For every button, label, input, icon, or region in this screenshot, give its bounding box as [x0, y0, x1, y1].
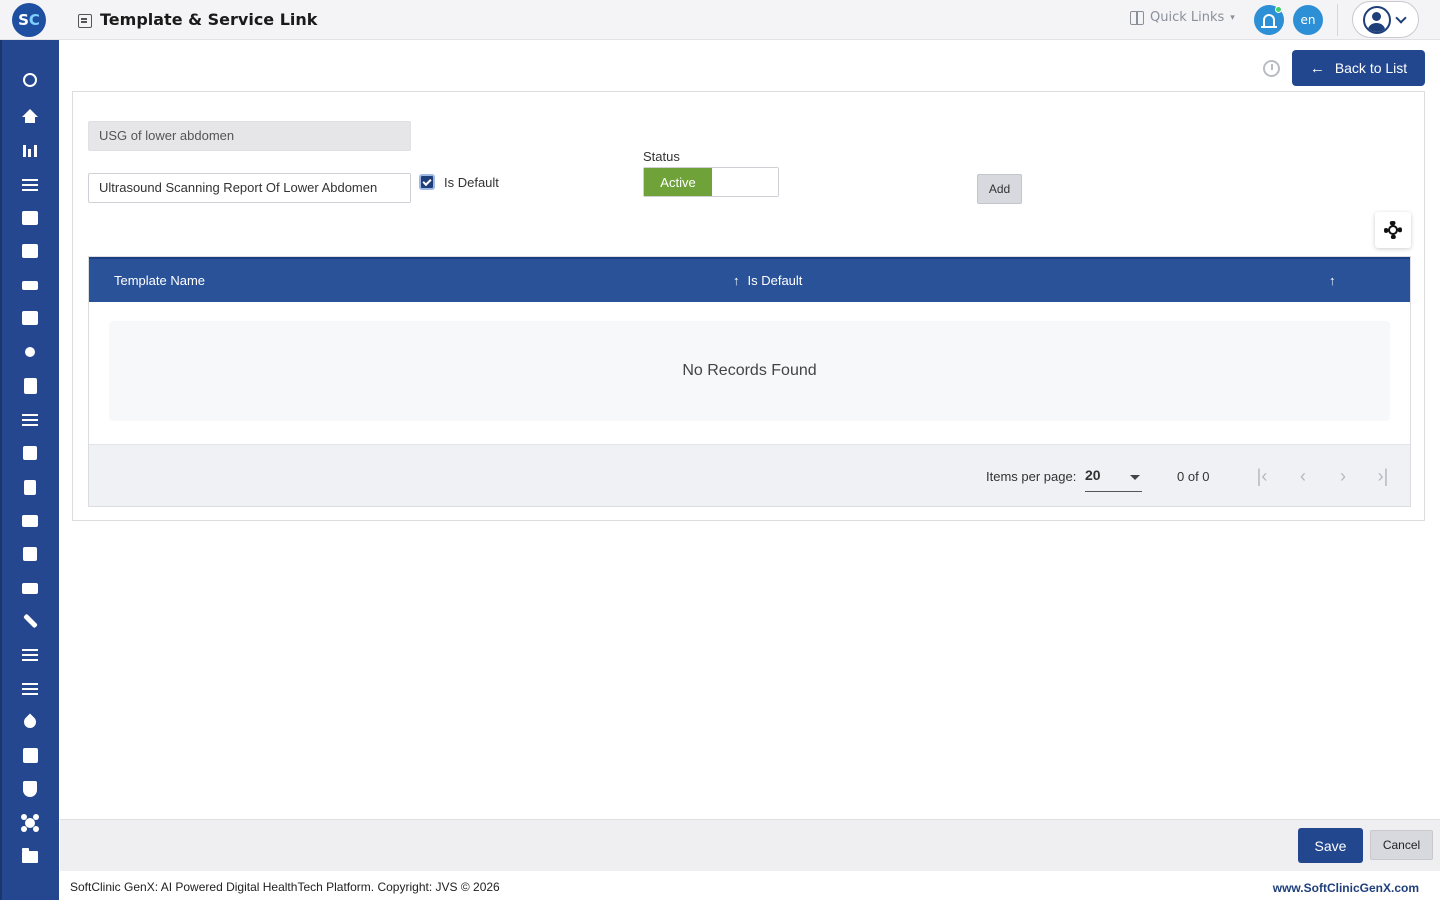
save-button[interactable]: Save	[1298, 828, 1363, 863]
book-icon[interactable]	[21, 513, 39, 529]
table-settings-button[interactable]	[1375, 212, 1411, 248]
quick-links-menu[interactable]: Quick Links ▾	[1130, 10, 1235, 25]
page-range: 0 of 0	[1177, 469, 1210, 484]
page-title: Template & Service Link	[100, 10, 318, 29]
blood-drop-icon[interactable]	[21, 713, 39, 731]
action-bar: Save Cancel	[60, 819, 1440, 871]
service-field: USG of lower abdomen	[88, 121, 411, 151]
library-add-icon[interactable]	[21, 747, 39, 763]
add-button[interactable]: Add	[977, 174, 1022, 204]
items-per-page-select[interactable]: 20	[1085, 462, 1142, 492]
bed-icon[interactable]	[21, 277, 39, 293]
cancel-button[interactable]: Cancel	[1370, 830, 1433, 860]
page-template-icon	[78, 14, 92, 28]
status-label: Status	[643, 149, 680, 164]
notification-button[interactable]	[1254, 5, 1284, 35]
menu-icon[interactable]	[21, 647, 39, 663]
sort-arrow-icon[interactable]: ↑	[1329, 273, 1336, 288]
template-field[interactable]: Ultrasound Scanning Report Of Lower Abdo…	[88, 173, 411, 203]
bar-chart-icon[interactable]	[21, 143, 39, 159]
is-default-label: Is Default	[444, 174, 499, 190]
logo-letter-c: C	[28, 11, 40, 29]
website-link[interactable]: www.SoftClinicGenX.com	[1273, 881, 1419, 895]
previous-page-icon[interactable]: ‹	[1292, 465, 1314, 487]
menu-icon[interactable]	[21, 177, 39, 193]
caret-down-icon: ▾	[1230, 12, 1235, 23]
arrow-left-icon: ←	[1309, 59, 1325, 77]
shield-icon[interactable]	[21, 781, 39, 797]
column-template-name[interactable]: Template Name	[114, 273, 205, 288]
gift-icon	[1130, 10, 1144, 25]
sort-arrow-icon: ↑	[733, 273, 740, 288]
folder-icon[interactable]	[21, 848, 39, 865]
plus-box-icon[interactable]	[21, 310, 39, 326]
logo-letter-s: S	[18, 11, 29, 29]
hub-icon[interactable]	[21, 815, 39, 831]
devices-icon[interactable]	[21, 580, 39, 596]
profile-menu[interactable]	[1352, 1, 1419, 38]
notification-dot	[1275, 6, 1282, 13]
status-active-option[interactable]: Active	[644, 168, 712, 196]
is-default-checkbox[interactable]	[419, 174, 435, 190]
paginator: Items per page: 20 0 of 0 |‹ ‹ › ›|	[89, 444, 1410, 506]
top-header: SC Template & Service Link Quick Links ▾…	[0, 0, 1440, 40]
medicine-icon[interactable]	[21, 445, 39, 461]
chevron-down-icon	[1395, 11, 1407, 24]
column-is-default[interactable]: ↑ Is Default	[733, 273, 802, 288]
copyright-text: SoftClinic GenX: AI Powered Digital Heal…	[70, 880, 500, 894]
calendar-icon[interactable]	[21, 243, 39, 259]
last-page-icon[interactable]: ›|	[1372, 465, 1394, 487]
back-to-list-button[interactable]: ← Back to List	[1292, 50, 1425, 86]
search-icon[interactable]	[21, 72, 39, 88]
items-per-page-value: 20	[1085, 467, 1101, 483]
is-default-option[interactable]: Is Default	[419, 174, 499, 190]
template-table: Template Name ↑ Is Default ↑ No Records …	[88, 256, 1411, 507]
status-toggle[interactable]: Active	[643, 167, 779, 197]
gear-icon-center	[1390, 227, 1396, 233]
header-divider	[1337, 4, 1338, 36]
items-per-page-label: Items per page:	[986, 469, 1077, 484]
user-icon[interactable]	[21, 344, 39, 360]
first-page-icon[interactable]: |‹	[1251, 465, 1273, 487]
back-to-list-label: Back to List	[1334, 60, 1408, 76]
building-icon[interactable]	[21, 546, 39, 562]
template-link-panel: USG of lower abdomen Ultrasound Scanning…	[72, 91, 1425, 521]
document-icon[interactable]	[21, 378, 39, 394]
language-button[interactable]: en	[1293, 5, 1323, 35]
quick-links-label: Quick Links	[1150, 10, 1225, 25]
footer: SoftClinic GenX: AI Powered Digital Heal…	[60, 874, 1440, 900]
history-icon[interactable]	[1263, 60, 1280, 77]
avatar-icon	[1363, 5, 1391, 34]
next-page-icon[interactable]: ›	[1332, 465, 1354, 487]
empty-state-message: No Records Found	[109, 321, 1390, 421]
table-header: Template Name ↑ Is Default ↑	[89, 257, 1410, 302]
app-logo[interactable]: SC	[12, 3, 46, 37]
pharmacy-icon[interactable]	[21, 479, 39, 495]
sidebar	[0, 40, 59, 900]
bell-icon	[1261, 14, 1277, 28]
column-is-default-label: Is Default	[747, 273, 803, 288]
menu-icon[interactable]	[21, 681, 39, 697]
list-icon[interactable]	[21, 412, 39, 428]
medical-bag-icon[interactable]	[21, 210, 39, 226]
wrench-icon[interactable]	[21, 613, 39, 629]
home-icon[interactable]	[21, 109, 39, 125]
caret-down-icon	[1130, 475, 1140, 480]
